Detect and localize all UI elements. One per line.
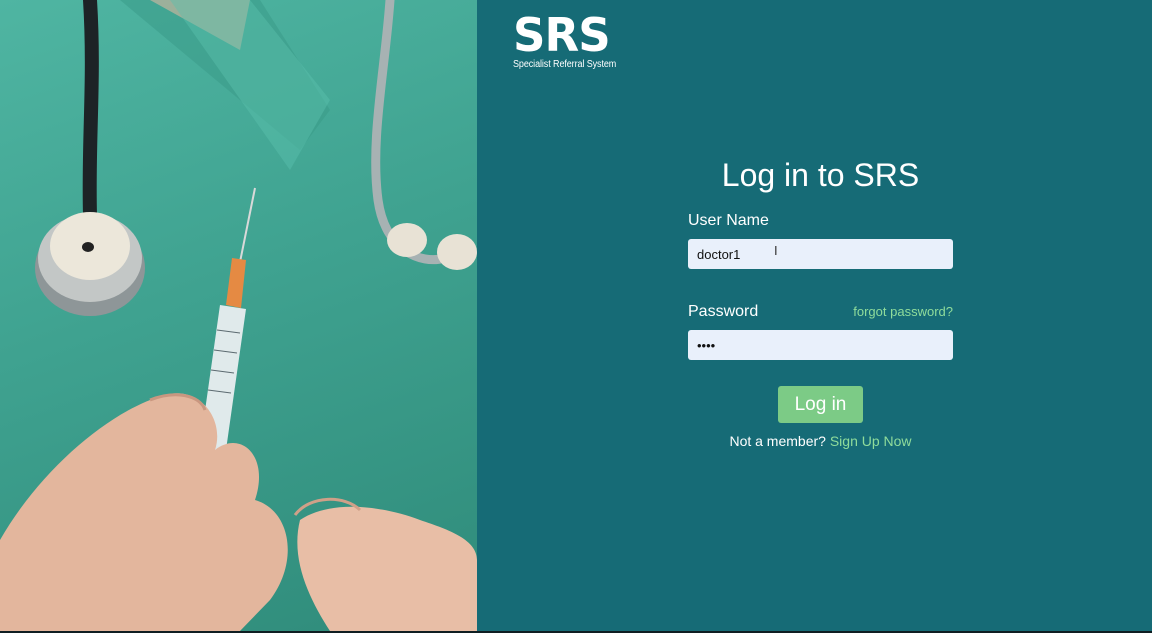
password-label: Password xyxy=(688,303,759,320)
password-label-row: Password forgot password? xyxy=(688,303,953,321)
username-label-row: User Name xyxy=(688,212,953,230)
login-button[interactable]: Log in xyxy=(778,386,863,423)
forgot-password-link[interactable]: forgot password? xyxy=(853,304,953,319)
logo-tagline: Specialist Referral System xyxy=(513,59,617,70)
hero-photo xyxy=(0,0,477,631)
login-panel: SRS Specialist Referral System Log in to… xyxy=(477,0,1152,631)
password-input[interactable] xyxy=(688,330,953,360)
signup-row: Not a member? Sign Up Now xyxy=(688,433,953,449)
username-label: User Name xyxy=(688,212,769,229)
username-input[interactable] xyxy=(688,239,953,269)
app-window: SRS Specialist Referral System Log in to… xyxy=(0,0,1152,631)
page-title: Log in to SRS xyxy=(721,157,920,193)
login-form: Log in to SRS User Name Password forgot … xyxy=(688,155,953,449)
logo-mark: SRS xyxy=(513,8,611,62)
signup-prompt: Not a member? xyxy=(729,433,830,449)
srs-logo: SRS Specialist Referral System xyxy=(513,12,628,71)
doctor-with-syringe-illustration xyxy=(0,0,477,631)
signup-link[interactable]: Sign Up Now xyxy=(830,433,912,449)
